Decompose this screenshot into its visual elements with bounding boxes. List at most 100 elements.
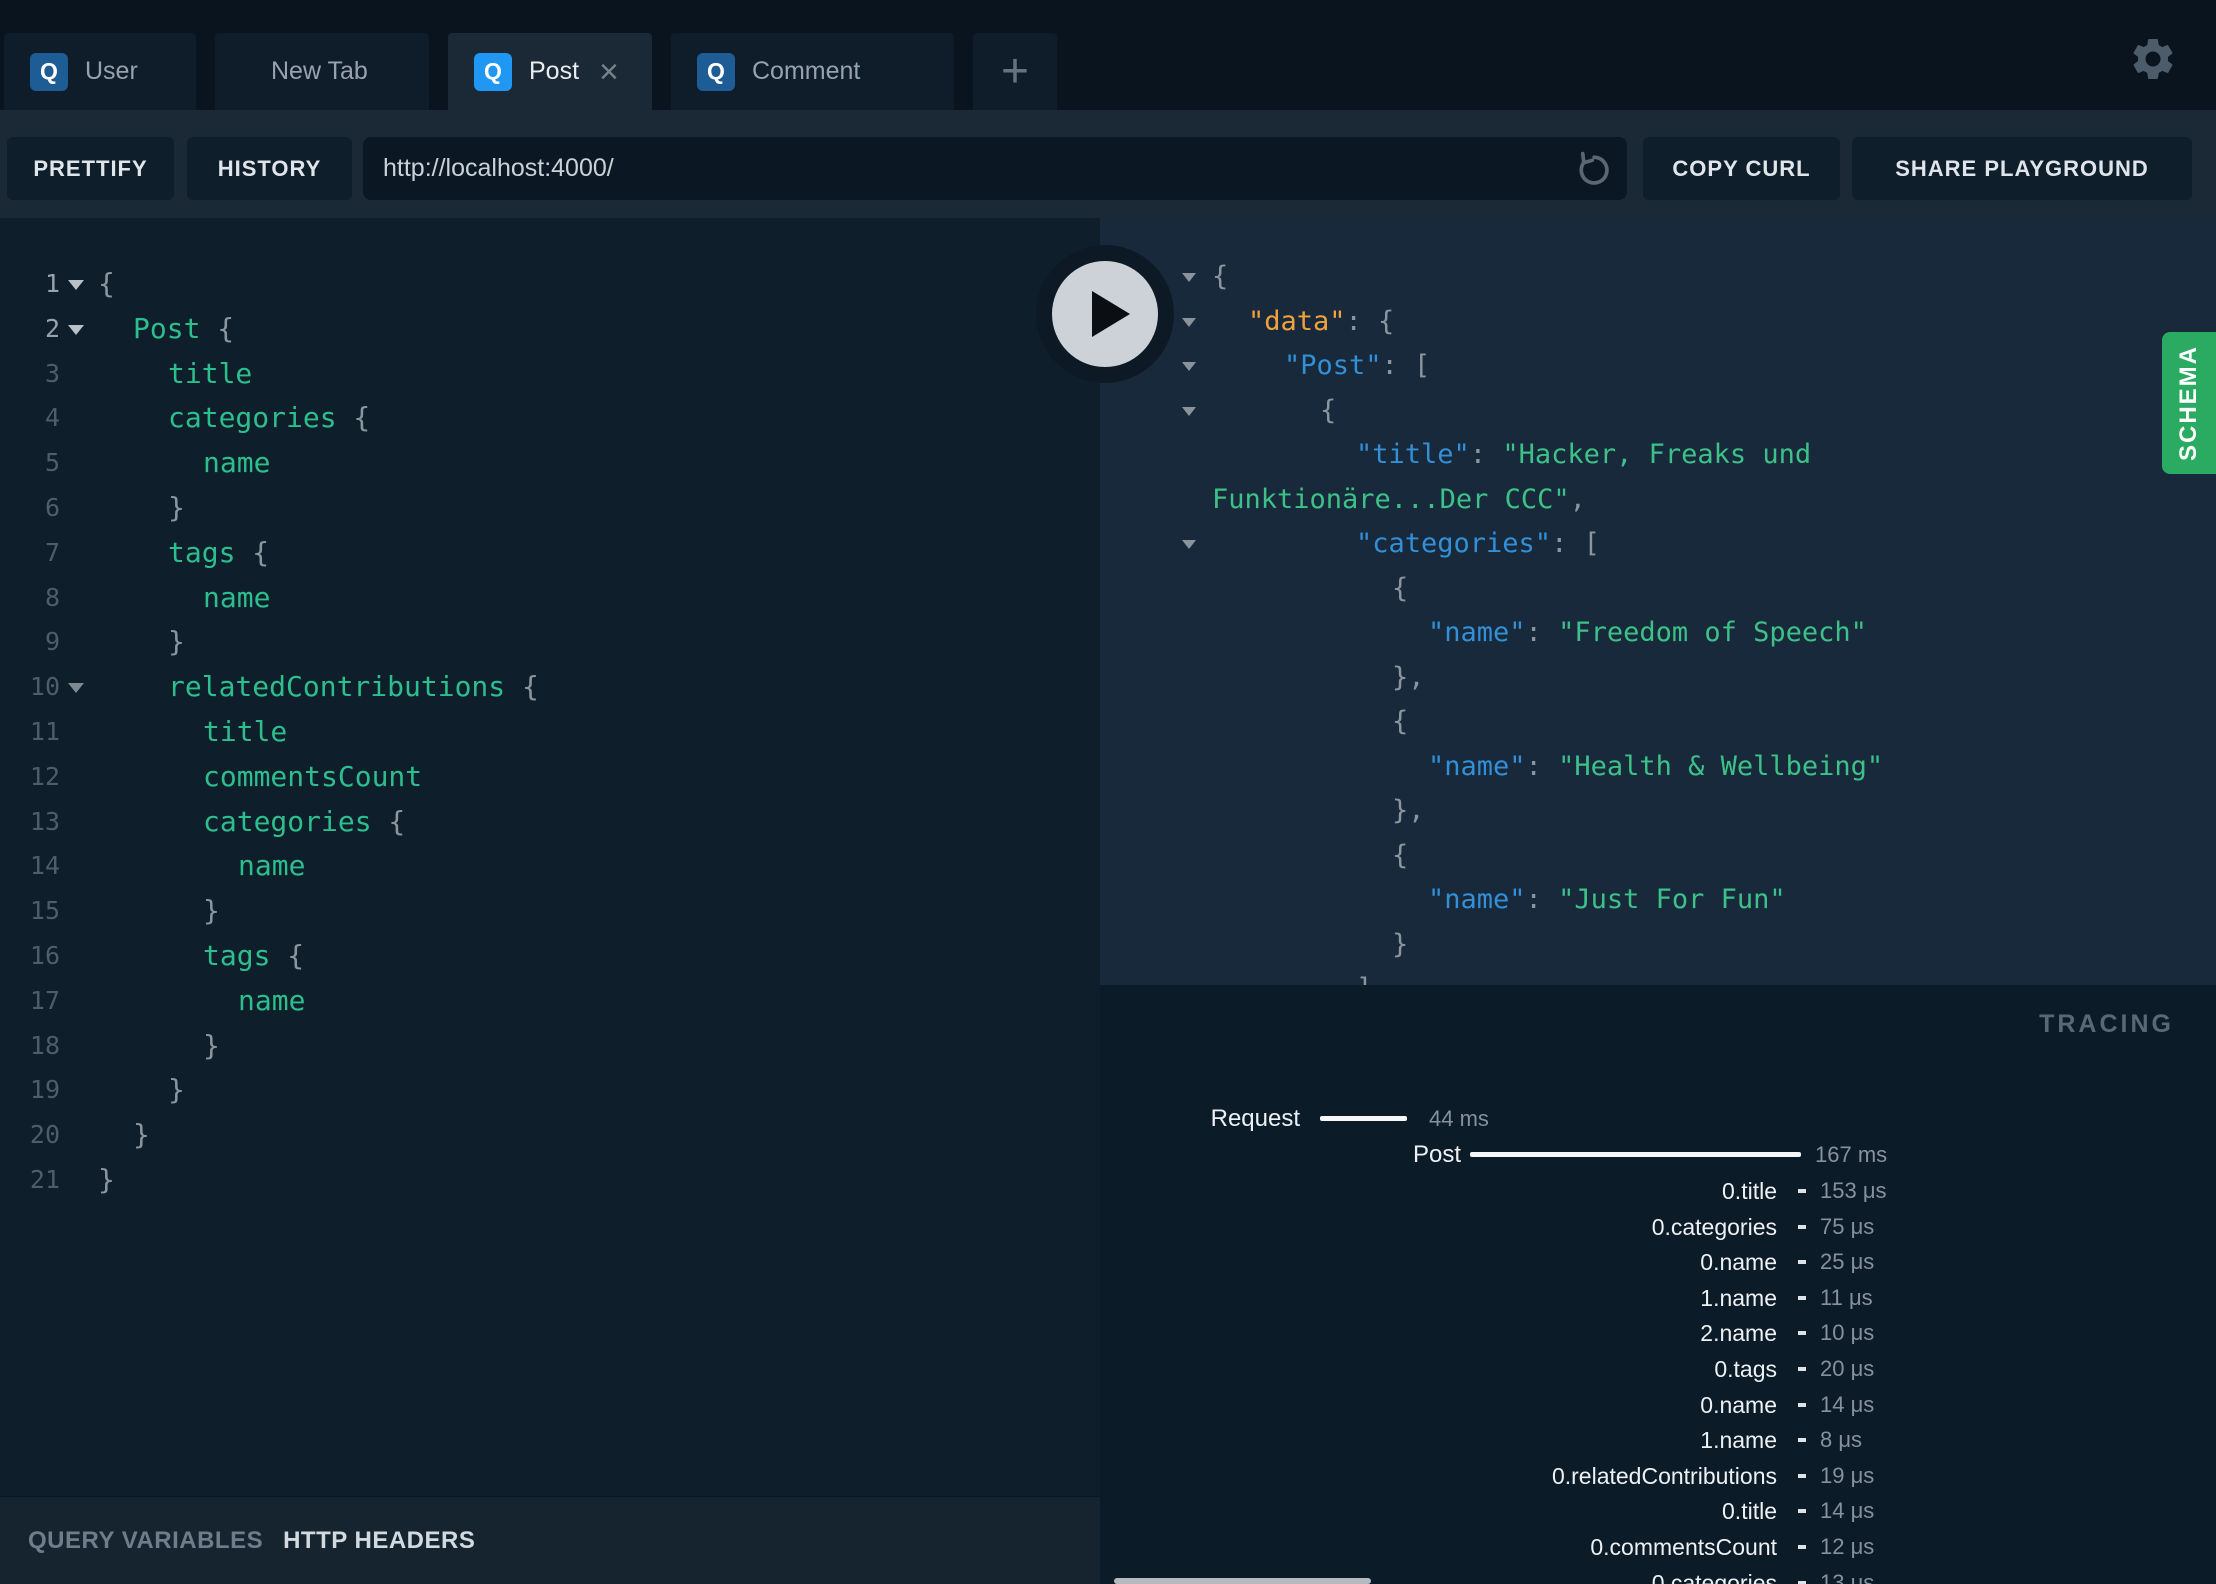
fold-arrow-icon[interactable] [68,324,84,335]
tracing-dash [1798,1189,1806,1193]
code-token: "categories" [1356,528,1552,559]
tracing-time: 75 μs [1820,1213,1875,1239]
fold-arrow-icon[interactable] [1182,273,1196,282]
code-token: ] [1356,973,1372,985]
line-number: 9 [44,627,60,657]
editor-line: 2 Post { [0,307,1100,352]
tracing-dash [1798,1438,1806,1443]
tracing-field-label: 2.name [1700,1320,1777,1347]
code-token: title [168,356,253,390]
code-text: } [98,1113,150,1158]
code-text: { [98,262,115,307]
tracing-field-label: 0.categories [1651,1569,1777,1584]
query-variables-tab[interactable]: QUERY VARIABLES [28,1527,263,1555]
code-token: title [203,714,288,748]
tracing-time: 19 μs [1820,1462,1875,1488]
tracing-title: TRACING [2039,1010,2174,1038]
tracing-field-label: 0.relatedContributions [1551,1462,1777,1489]
code-token: : [1525,884,1559,915]
tab-user[interactable]: Q User [4,33,196,110]
code-text: } [98,1158,115,1203]
tab-new-tab[interactable]: New Tab [215,33,429,110]
tracing-field-label: 0.commentsCount [1590,1534,1777,1560]
fold-arrow-icon[interactable] [1182,540,1196,549]
line-number: 4 [44,403,60,433]
tracing-row: 0.name 14 μs [1100,1387,2216,1423]
line-number: 12 [29,761,60,791]
code-token: tags [203,938,271,972]
fold-arrow-icon[interactable] [1182,406,1196,416]
tracing-field-label: 1.name [1700,1427,1777,1454]
fold-arrow-icon[interactable] [68,280,84,290]
fold-arrow-icon[interactable] [1182,362,1196,371]
tracing-dash [1798,1580,1806,1584]
editor-bottom-bar: QUERY VARIABLES HTTP HEADERS [0,1496,1100,1584]
code-token: "title" [1356,439,1470,470]
tracing-time: 8 μs [1820,1427,1863,1453]
editor-line: 17 name [0,979,1100,1024]
code-text: } [98,889,220,934]
line-number: 10 [29,672,60,702]
tracing-span-label: Request [1210,1105,1300,1132]
tab-bar: Q User New Tab Q Post × Q Comment + [0,0,2216,110]
tab-list: Q User New Tab Q Post × Q Comment + [4,33,1057,110]
line-number: 8 [44,582,60,612]
code-token: { [1392,839,1409,871]
response-line: }, [1100,656,2216,701]
tab-post[interactable]: Q Post × [448,33,652,110]
response-line: "name": "Just For Fun" [1100,878,2216,923]
line-number: 16 [29,940,60,970]
editor-line: 9} [0,620,1100,665]
editor-line: 21} [0,1158,1100,1203]
tracing-scrollbar[interactable] [1114,1578,1371,1584]
tab-comment[interactable]: Q Comment [671,33,954,110]
editor-line: 15} [0,889,1100,934]
code-token: : [1525,750,1559,782]
add-tab-button[interactable]: + [973,33,1057,110]
response-line: { [1100,834,2216,879]
code-token: "Post" [1284,350,1382,381]
code-token: tags [168,535,236,569]
response-line: { [1100,255,2216,300]
editor-line: 16 tags { [0,934,1100,979]
tracing-field-label: 0.categories [1651,1213,1777,1240]
schema-side-tab[interactable]: SCHEMA [2162,332,2216,474]
http-headers-tab[interactable]: HTTP HEADERS [283,1527,475,1555]
response-pane: {"data": {"Post": [{"title": "Hacker, Fr… [1100,218,2216,985]
execute-query-button[interactable] [1036,245,1174,383]
tracing-dash [1798,1331,1806,1336]
endpoint-url-input[interactable] [363,137,1571,200]
tracing-time: 13 μs [1820,1569,1875,1584]
code-text: title [98,710,287,755]
code-token: } [203,894,220,928]
response-line: ] [1100,967,2216,985]
editor-line: 12 commentsCount [0,755,1100,800]
copy-curl-button[interactable]: COPY CURL [1643,137,1840,200]
line-number: 2 [44,313,60,343]
code-token: "name" [1428,750,1526,782]
editor-line: 5 name [0,441,1100,486]
tracing-field-label: 1.name [1700,1284,1777,1311]
settings-gear-icon[interactable] [2128,34,2178,84]
editor-line: 3 title [0,352,1100,397]
tracing-bar [1470,1152,1801,1157]
fold-arrow-icon[interactable] [1182,317,1196,327]
tracing-time: 12 μs [1820,1534,1875,1559]
query-editor[interactable]: 1{2 Post {3 title 4 categories {5 name 6} 7 tags… [0,218,1100,1496]
editor-line: 18} [0,1024,1100,1069]
fold-arrow-icon[interactable] [68,683,84,694]
prettify-button[interactable]: PRETTIFY [7,137,174,200]
editor-line: 11 title [0,710,1100,755]
close-icon[interactable]: × [599,55,619,89]
code-token: name [203,580,271,614]
history-button[interactable]: HISTORY [187,137,352,200]
reload-schema-icon[interactable] [1571,147,1615,191]
code-text: } [98,1068,185,1113]
code-token: "name" [1428,617,1526,648]
code-token: { [1392,572,1409,604]
tracing-dash [1798,1402,1806,1407]
tracing-span-label: Post [1412,1141,1461,1168]
tracing-time: 10 μs [1820,1320,1875,1346]
tab-label: Comment [752,57,861,85]
share-playground-button[interactable]: SHARE PLAYGROUND [1852,137,2192,200]
